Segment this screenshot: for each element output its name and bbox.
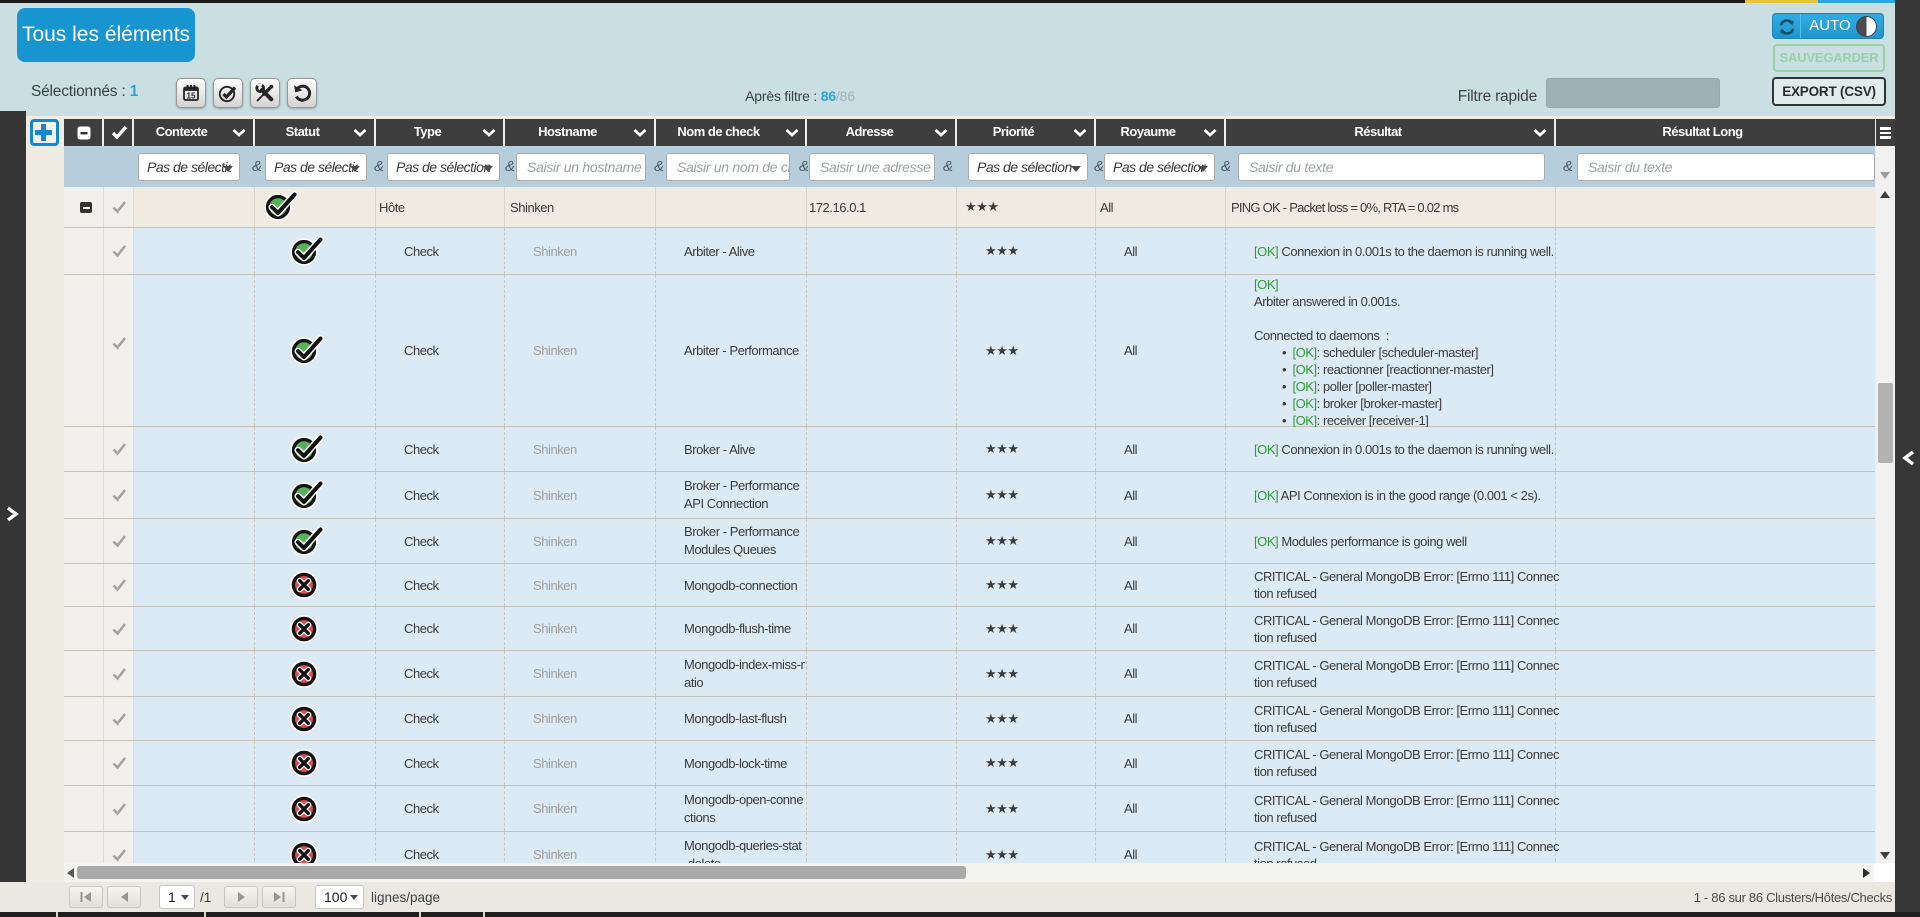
svg-text:15: 15 <box>187 91 196 100</box>
